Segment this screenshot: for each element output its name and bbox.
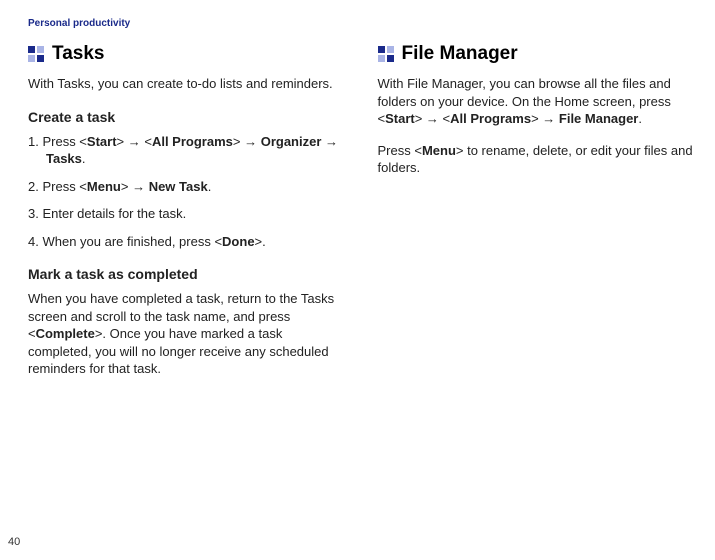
step-2: Press <Menu> → New Task. <box>28 178 348 196</box>
tasks-heading: Tasks <box>28 43 348 65</box>
tasks-intro: With Tasks, you can create to-do lists a… <box>28 75 348 93</box>
step-3: Enter details for the task. <box>28 205 348 223</box>
filemanager-intro: With File Manager, you can browse all th… <box>378 75 698 128</box>
create-task-steps: Press <Start> → <All Programs> → Organiz… <box>28 133 348 251</box>
step-4: When you are finished, press <Done>. <box>28 233 348 251</box>
right-column: File Manager With File Manager, you can … <box>378 43 698 392</box>
left-column: Tasks With Tasks, you can create to-do l… <box>28 43 348 392</box>
filemanager-para2: Press <Menu> to rename, delete, or edit … <box>378 142 698 177</box>
section-header: Personal productivity <box>28 18 697 29</box>
filemanager-title: File Manager <box>402 43 518 65</box>
squares-icon <box>28 46 44 62</box>
mark-complete-subhead: Mark a task as completed <box>28 266 348 282</box>
squares-icon <box>378 46 394 62</box>
mark-complete-para: When you have completed a task, return t… <box>28 290 348 378</box>
tasks-title: Tasks <box>52 43 104 65</box>
step-1: Press <Start> → <All Programs> → Organiz… <box>28 133 348 168</box>
two-column-layout: Tasks With Tasks, you can create to-do l… <box>28 43 697 392</box>
filemanager-heading: File Manager <box>378 43 698 65</box>
page-number: 40 <box>8 536 20 548</box>
create-task-subhead: Create a task <box>28 109 348 125</box>
